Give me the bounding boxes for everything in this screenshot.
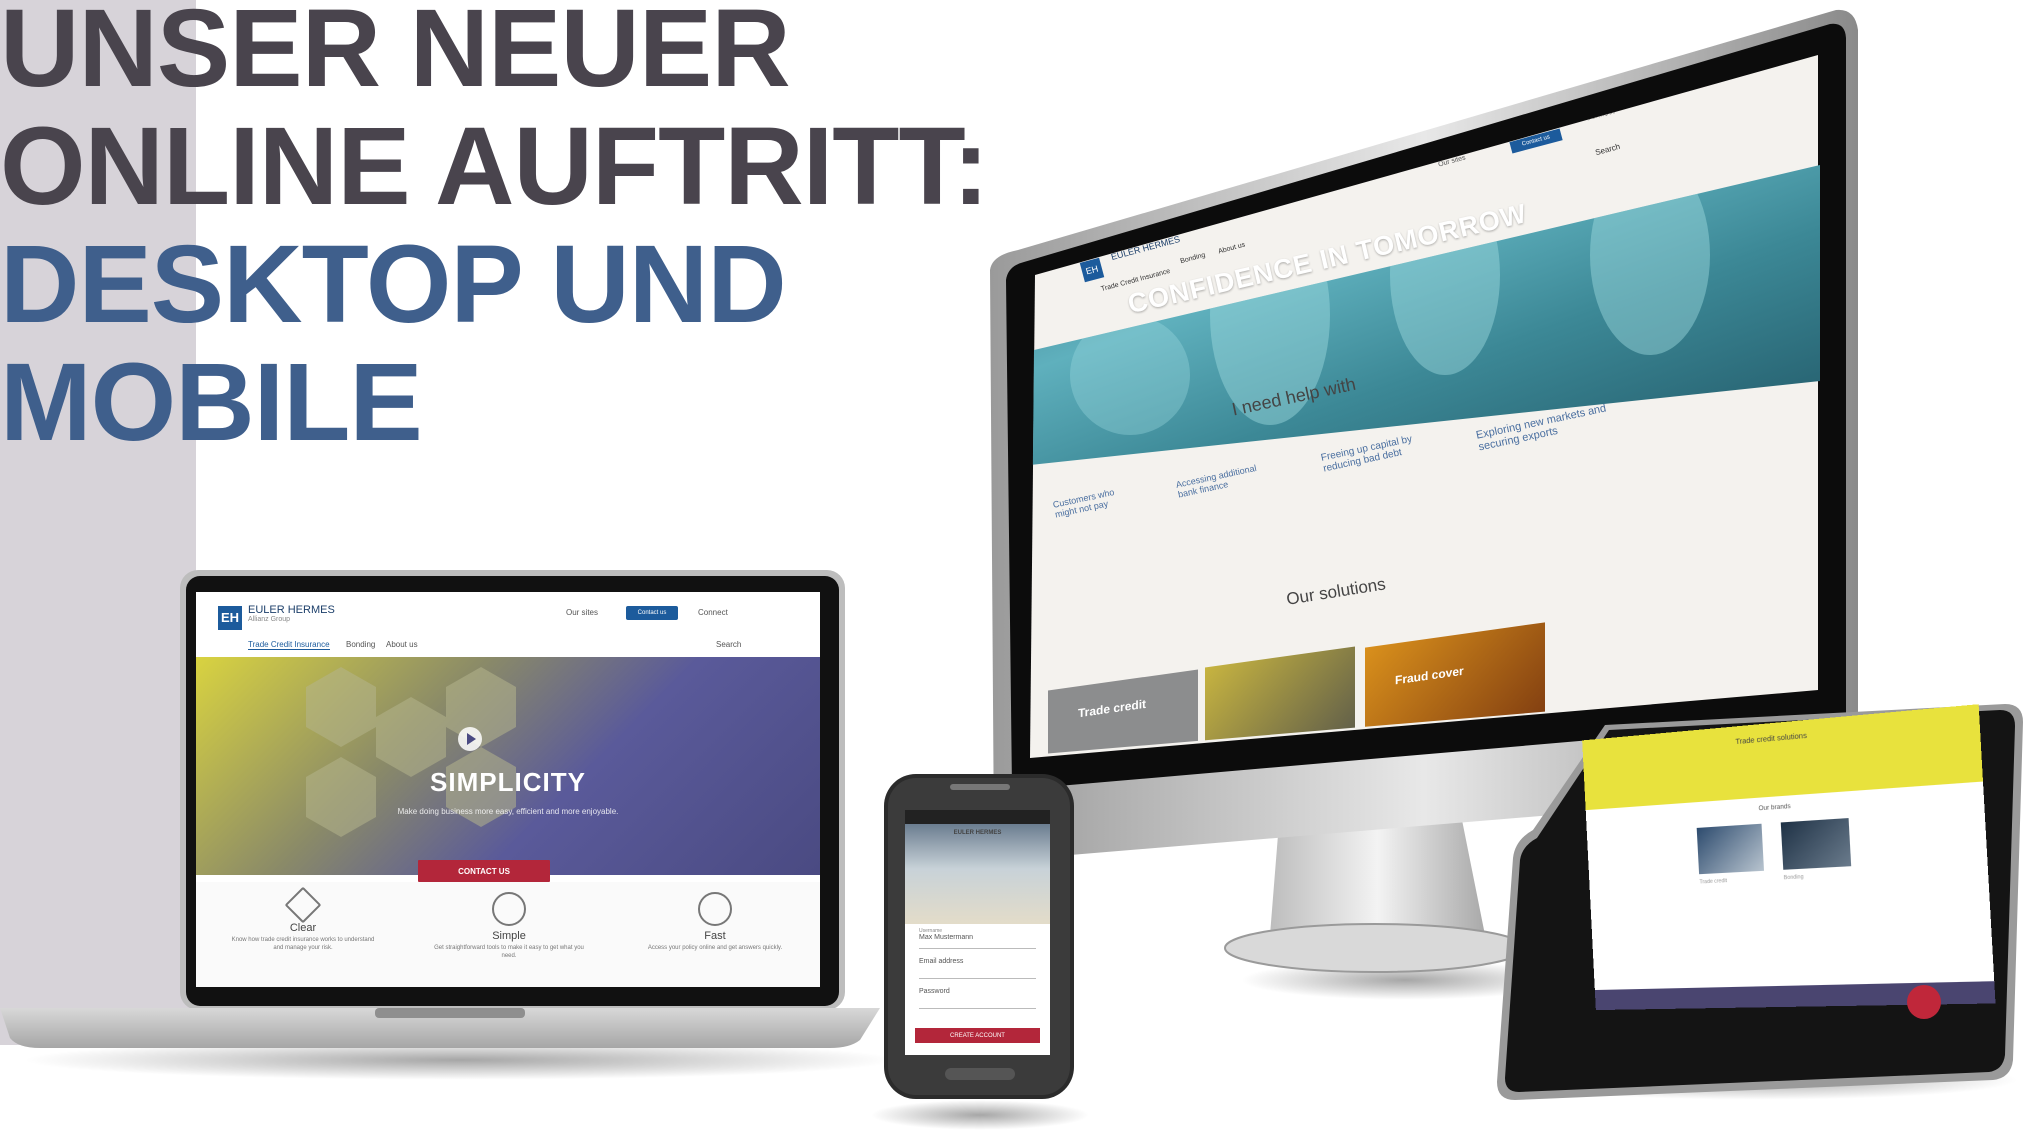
laptop-logo[interactable]: EH xyxy=(218,606,242,630)
headline-line-4: MOBILE xyxy=(0,341,423,464)
phone-password-label: Password xyxy=(919,988,950,995)
phone-password-field[interactable]: Password xyxy=(919,988,1036,1009)
feature-clear-text: Know how trade credit insurance works to… xyxy=(231,937,375,951)
tablet-card-image-2[interactable] xyxy=(1780,818,1852,870)
phone-create-account-button[interactable]: CREATE ACCOUNT xyxy=(915,1028,1040,1043)
feature-simple-title: Simple xyxy=(492,930,526,942)
monitor-search-link[interactable]: Search xyxy=(1594,142,1621,157)
monitor-help-item-2[interactable]: Accessing additional bank finance xyxy=(1175,461,1267,500)
phone-email-label: Email address xyxy=(919,958,964,965)
monitor-nav-item-2[interactable]: Bonding xyxy=(1180,252,1207,265)
laptop-site-header: EH EULER HERMES Allianz Group Trade Cred… xyxy=(196,592,820,658)
hero-hex-2 xyxy=(376,697,446,777)
phone-screen: EULER HERMES Username Max Mustermann Ema… xyxy=(905,810,1050,1055)
phone-username-field[interactable]: Username Max Mustermann xyxy=(919,928,1036,949)
phone-title: EULER HERMES xyxy=(953,830,1002,836)
laptop-contact-button[interactable]: Contact us xyxy=(626,606,678,620)
monitor-solution-tile-3-label: Fraud cover xyxy=(1395,663,1464,688)
feature-simple-text: Get straightforward tools to make it eas… xyxy=(434,945,584,959)
monitor-help-item-3[interactable]: Freeing up capital by reducing bad debt xyxy=(1320,428,1442,475)
laptop-hero: SIMPLICITY Make doing business more easy… xyxy=(196,657,820,875)
laptop-hero-title: SIMPLICITY xyxy=(430,767,586,797)
play-icon[interactable] xyxy=(458,727,482,751)
monitor-nav-item-3[interactable]: About us xyxy=(1218,242,1247,256)
tablet-card-label-1: Trade credit xyxy=(1699,877,1728,886)
tablet-card-image-1[interactable] xyxy=(1696,823,1765,875)
phone-email-field[interactable]: Email address xyxy=(919,958,1036,979)
laptop-nav-item-2[interactable]: Bonding xyxy=(346,640,375,649)
headline-line-3: DESKTOP UND xyxy=(0,223,787,346)
headline-line-2: ONLINE AUFTRITT: xyxy=(0,105,989,228)
tablet-chat-badge[interactable] xyxy=(1907,985,1941,1019)
hero-hex-1 xyxy=(306,667,376,747)
laptop-nav-item-3[interactable]: About us xyxy=(386,640,418,649)
monitor-solutions-heading: Our solutions xyxy=(1285,574,1387,609)
arrows-icon xyxy=(492,892,526,926)
laptop-screen: EH EULER HERMES Allianz Group Trade Cred… xyxy=(196,592,820,987)
feature-clear: Clear Know how trade credit insurance wo… xyxy=(228,886,378,952)
phone-username-value: Max Mustermann xyxy=(919,934,974,941)
feature-simple: Simple Get straightforward tools to make… xyxy=(434,892,584,960)
laptop-search-link[interactable]: Search xyxy=(716,640,741,649)
diamond-icon xyxy=(284,886,322,924)
feature-fast-title: Fast xyxy=(704,930,726,942)
monitor-solution-tile-1-label: Trade credit xyxy=(1078,696,1147,721)
laptop-contact-label: Contact us xyxy=(637,610,667,616)
laptop-connect-link[interactable]: Connect xyxy=(698,608,728,617)
laptop-our-sites-link[interactable]: Our sites xyxy=(566,608,598,617)
monitor-help-item-1[interactable]: Customers who might not pay xyxy=(1052,483,1134,520)
compass-icon xyxy=(698,892,732,926)
monitor-solution-tile-1[interactable]: Trade credit xyxy=(1048,669,1198,755)
laptop-brand: EULER HERMES Allianz Group xyxy=(248,604,335,623)
headline-line-1: UNSER NEUER xyxy=(0,0,791,110)
tablet-screen: Trade credit solutions Our brands Trade … xyxy=(1582,704,1996,1011)
headline: UNSER NEUER ONLINE AUFTRITT: DESKTOP UND… xyxy=(0,0,989,464)
laptop-brand-name: EULER HERMES xyxy=(248,604,335,616)
laptop-brand-sub: Allianz Group xyxy=(248,616,291,623)
phone-status-bar xyxy=(905,810,1050,824)
laptop-hero-subtitle: Make doing business more easy, efficient… xyxy=(397,807,619,816)
feature-fast-text: Access your policy online and get answer… xyxy=(647,945,783,951)
laptop-features: Clear Know how trade credit insurance wo… xyxy=(196,882,820,987)
tablet-card-label-2: Bonding xyxy=(1783,874,1804,882)
phone-hero xyxy=(905,824,1050,924)
laptop-nav-item-1[interactable]: Trade Credit Insurance xyxy=(248,640,330,650)
laptop-contact-cta-button[interactable]: CONTACT US xyxy=(418,860,550,882)
feature-fast: Fast Access your policy online and get a… xyxy=(640,892,790,952)
feature-clear-title: Clear xyxy=(289,922,317,934)
